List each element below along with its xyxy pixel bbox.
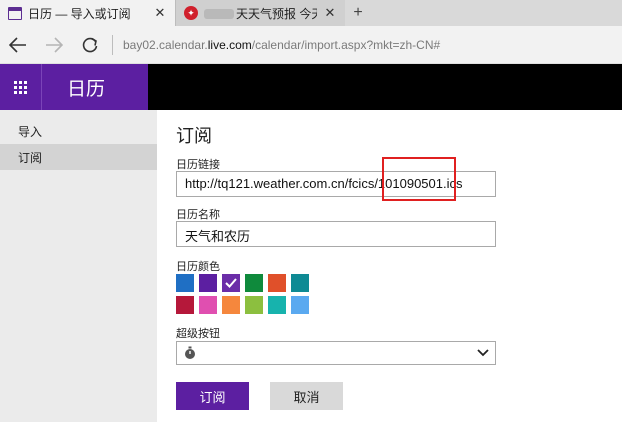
close-icon[interactable]: ✕ bbox=[323, 5, 337, 21]
charm-label: 超级按钮 bbox=[176, 328, 220, 340]
color-picker bbox=[176, 273, 309, 314]
url-host: live.com bbox=[207, 37, 252, 52]
color-swatch[interactable] bbox=[291, 274, 309, 292]
calendar-link-input[interactable]: http://tq121.weather.com.cn/fcics/101090… bbox=[176, 171, 496, 197]
url-field[interactable]: bay02.calendar.live.com/calendar/import.… bbox=[123, 38, 440, 52]
color-swatch[interactable] bbox=[291, 296, 309, 314]
color-swatch[interactable] bbox=[268, 296, 286, 314]
page-title: 订阅 bbox=[176, 126, 212, 146]
charm-select[interactable] bbox=[176, 341, 496, 365]
sidebar-item-subscribe[interactable]: 订阅 bbox=[0, 144, 157, 170]
address-bar: bay02.calendar.live.com/calendar/import.… bbox=[0, 26, 622, 64]
refresh-icon bbox=[82, 37, 98, 52]
close-icon[interactable]: ✕ bbox=[153, 5, 167, 21]
color-swatch[interactable] bbox=[245, 296, 263, 314]
color-swatch-selected[interactable] bbox=[221, 273, 241, 293]
cancel-button[interactable]: 取消 bbox=[270, 382, 343, 410]
blurred-text bbox=[204, 9, 234, 20]
color-swatch[interactable] bbox=[176, 296, 194, 314]
tab-title: 日历 — 导入或订阅 bbox=[28, 6, 131, 21]
checkmark-icon bbox=[225, 278, 237, 288]
tab-title: 天天气预报 今天_周 bbox=[236, 6, 317, 21]
url-prefix: bay02.calendar. bbox=[123, 37, 208, 52]
stopwatch-icon bbox=[185, 346, 195, 359]
refresh-button[interactable] bbox=[72, 26, 108, 64]
back-button[interactable] bbox=[0, 26, 36, 64]
calendar-icon bbox=[8, 6, 22, 20]
subscribe-button[interactable]: 订阅 bbox=[176, 382, 249, 410]
calendar-name-label: 日历名称 bbox=[176, 209, 220, 221]
color-swatch[interactable] bbox=[245, 274, 263, 292]
sidebar-item-import[interactable]: 导入 bbox=[0, 118, 157, 144]
calendar-name-input[interactable]: 天气和农历 bbox=[176, 221, 496, 247]
subscribe-form: 订阅 日历链接 http://tq121.weather.com.cn/fcic… bbox=[176, 110, 616, 422]
sidebar: 导入 订阅 bbox=[0, 110, 157, 422]
browser-tab-strip: 日历 — 导入或订阅 ✕ ✦ 天天气预报 今天_周 ✕ + bbox=[0, 0, 622, 26]
app-header: 日历 bbox=[0, 64, 622, 110]
url-path: /calendar/import.aspx?mkt=zh-CN# bbox=[251, 37, 441, 52]
toolbar-separator bbox=[112, 34, 113, 55]
browser-tab-weather[interactable]: ✦ 天天气预报 今天_周 ✕ bbox=[175, 0, 345, 26]
forward-button[interactable] bbox=[36, 26, 72, 64]
chevron-down-icon bbox=[477, 349, 489, 357]
color-swatch[interactable] bbox=[222, 296, 240, 314]
app-launcher-button[interactable] bbox=[0, 64, 42, 110]
arrow-right-icon bbox=[46, 36, 63, 53]
color-swatch[interactable] bbox=[268, 274, 286, 292]
weather-site-icon: ✦ bbox=[184, 6, 198, 20]
color-swatch[interactable] bbox=[176, 274, 194, 292]
app-title[interactable]: 日历 bbox=[42, 74, 105, 101]
calendar-link-label: 日历链接 bbox=[176, 159, 220, 171]
new-tab-button[interactable]: + bbox=[345, 0, 371, 26]
browser-tab-calendar[interactable]: 日历 — 导入或订阅 ✕ bbox=[0, 0, 175, 26]
arrow-left-icon bbox=[9, 36, 26, 53]
app-brand: 日历 bbox=[0, 64, 148, 110]
color-swatch[interactable] bbox=[199, 296, 217, 314]
waffle-icon bbox=[14, 80, 27, 94]
calendar-color-label: 日历颜色 bbox=[176, 261, 220, 273]
color-swatch[interactable] bbox=[199, 274, 217, 292]
